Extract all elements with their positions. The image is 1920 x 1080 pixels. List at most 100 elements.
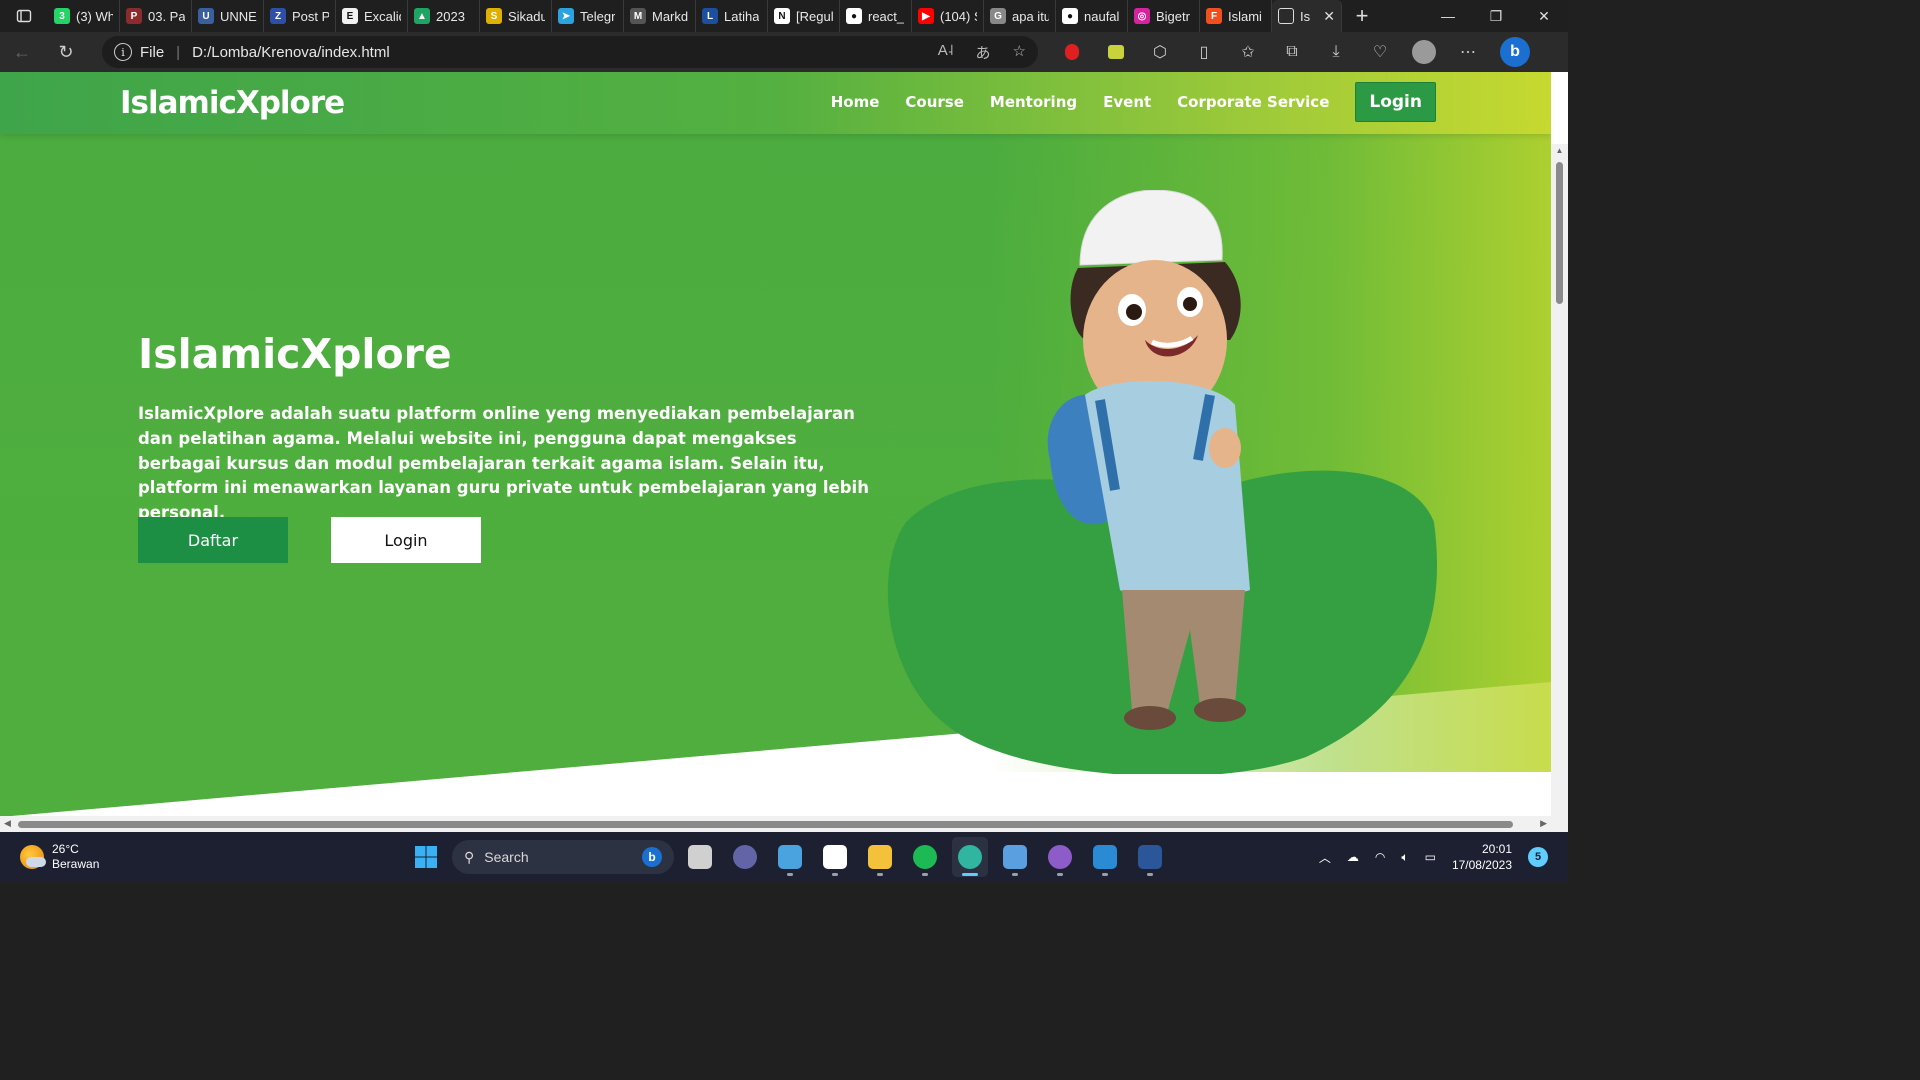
taskbar-app-notepad[interactable] [772,837,808,877]
tab-label: react_ [868,8,905,24]
taskbar-app-word[interactable] [1132,837,1168,877]
register-button[interactable]: Daftar [138,517,288,563]
tab-google[interactable]: Gapa itu [984,0,1056,32]
onedrive-icon[interactable]: ☁ [1347,850,1359,864]
scroll-right-arrow-icon[interactable]: ▶ [1540,818,1547,829]
taskbar-app-notion[interactable] [817,837,853,877]
tab-latihan[interactable]: L Latiha [696,0,768,32]
instagram-icon: ◎ [1134,8,1150,24]
nav-login-button[interactable]: Login [1355,82,1436,122]
tab-unnes[interactable]: U UNNE [192,0,264,32]
taskbar-app-file-explorer[interactable] [862,837,898,877]
nav-link-mentoring[interactable]: Mentoring [990,93,1077,111]
more-menu-icon[interactable]: ⋯ [1456,40,1480,64]
search-icon: ⚲ [464,848,475,865]
browser-essentials-icon[interactable]: ♡ [1368,40,1392,64]
translate-icon[interactable]: あ [976,42,991,63]
show-hidden-icons-chevron-icon[interactable]: ︿ [1319,849,1331,866]
file-explorer-icon [868,845,892,869]
tab-label: Telegr [580,8,616,24]
telegram-icon: ➤ [558,8,574,24]
taskbar-app-github-desktop[interactable] [1042,837,1078,877]
taskbar-app-control-panel[interactable] [997,837,1033,877]
url-text[interactable]: D:/Lomba/Krenova/index.html [192,44,390,61]
battery-icon[interactable]: ▭ [1425,850,1436,864]
horizontal-scrollbar[interactable]: ◀ ▶ [0,816,1551,832]
edge-icon [958,845,982,869]
profile-avatar[interactable] [1412,40,1436,64]
tab-actions-icon[interactable] [0,0,48,32]
clock[interactable]: 20:01 17/08/2023 [1452,841,1512,873]
site-logo[interactable]: IslamicXplore [120,85,345,121]
tab-github[interactable]: ● naufal [1056,0,1128,32]
system-tray: ︿ ☁ ◠ 🔈︎ ▭ 20:01 17/08/2023 5 [1319,832,1548,882]
back-button[interactable]: ← [0,32,44,72]
horizontal-scroll-thumb[interactable] [18,821,1513,828]
start-button[interactable] [408,837,444,877]
nav-link-course[interactable]: Course [905,93,964,111]
tab-instagram[interactable]: ◎ Bigetr [1128,0,1200,32]
taskbar-app-vscode[interactable] [1087,837,1123,877]
site-info-icon[interactable]: i [114,43,132,61]
browser-tab-strip: 3 (3) Wh P 03. Pa U UNNE Z Post P E Excalid ▲ 2023 S… [0,0,1568,32]
nav-link-corporate-service[interactable]: Corporate Service [1177,93,1329,111]
tab-pdf[interactable]: P 03. Pa [120,0,192,32]
taskbar-app-task-view[interactable] [682,837,718,877]
spotify-icon [913,845,937,869]
tab-active[interactable]: Is ✕ [1272,0,1342,32]
split-screen-icon[interactable]: ▯ [1192,40,1216,64]
running-indicator [832,873,838,876]
notion-icon: N [774,8,790,24]
tab-youtube[interactable]: ▶ (104) S [912,0,984,32]
read-aloud-icon[interactable]: A˨ [938,42,954,63]
taskbar-app-spotify[interactable] [907,837,943,877]
taskbar-app-teams[interactable] [727,837,763,877]
notification-badge[interactable]: 5 [1528,847,1548,867]
minimize-button[interactable]: — [1424,0,1472,32]
tab-zotero[interactable]: Z Post P [264,0,336,32]
running-indicator [922,873,928,876]
extension-android-icon[interactable] [1104,40,1128,64]
vertical-scroll-thumb[interactable] [1556,162,1563,304]
latihan-icon: L [702,8,718,24]
tab-sikadu[interactable]: S Sikadu [480,0,552,32]
bing-copilot-icon[interactable]: b [1500,37,1530,67]
nav-link-event[interactable]: Event [1103,93,1151,111]
wifi-icon[interactable]: ◠ [1375,850,1385,864]
scroll-up-arrow-icon[interactable]: ▲ [1551,146,1568,160]
tab-telegram[interactable]: ➤ Telegr [552,0,624,32]
tab-google-drive[interactable]: ▲ 2023 [408,0,480,32]
github-desktop-icon [1048,845,1072,869]
tab-label: Excalid [364,8,401,24]
downloads-icon[interactable]: ⤓ [1324,40,1348,64]
excalidraw-icon: E [342,8,358,24]
tab-figma[interactable]: F Islami [1200,0,1272,32]
volume-icon[interactable]: 🔈︎ [1401,850,1408,865]
new-tab-button[interactable]: + [1342,0,1382,32]
tab-label: [Regul [796,8,833,24]
address-bar[interactable]: i File | D:/Lomba/Krenova/index.html A˨ … [102,36,1038,68]
tab-markdown[interactable]: M Markd [624,0,696,32]
restore-button[interactable]: ❐ [1472,0,1520,32]
github-icon: ● [1062,8,1078,24]
collections-icon[interactable]: ⧉ [1280,40,1304,64]
hero-login-button[interactable]: Login [331,517,481,563]
tab-github[interactable]: ● react_ [840,0,912,32]
tab-label: 2023 [436,8,465,24]
close-window-button[interactable]: ✕ [1520,0,1568,32]
taskbar-search[interactable]: ⚲ Search b [452,840,674,874]
taskbar-app-edge[interactable] [952,837,988,877]
extension-hand-icon[interactable] [1060,40,1084,64]
weather-widget[interactable]: 26°C Berawan [20,842,99,872]
extensions-icon[interactable]: ⬡ [1148,40,1172,64]
favorite-star-icon[interactable]: ☆ [1013,42,1026,63]
refresh-button[interactable]: ↻ [44,32,88,72]
vertical-scrollbar[interactable]: ▲ ▼ [1551,144,1568,832]
favorites-icon[interactable]: ✩ [1236,40,1260,64]
tab-excalidraw[interactable]: E Excalid [336,0,408,32]
tab-whatsapp[interactable]: 3 (3) Wh [48,0,120,32]
tab-notion[interactable]: N [Regul [768,0,840,32]
scroll-left-arrow-icon[interactable]: ◀ [4,818,11,829]
close-tab-icon[interactable]: ✕ [1323,8,1335,25]
nav-link-home[interactable]: Home [831,93,880,111]
